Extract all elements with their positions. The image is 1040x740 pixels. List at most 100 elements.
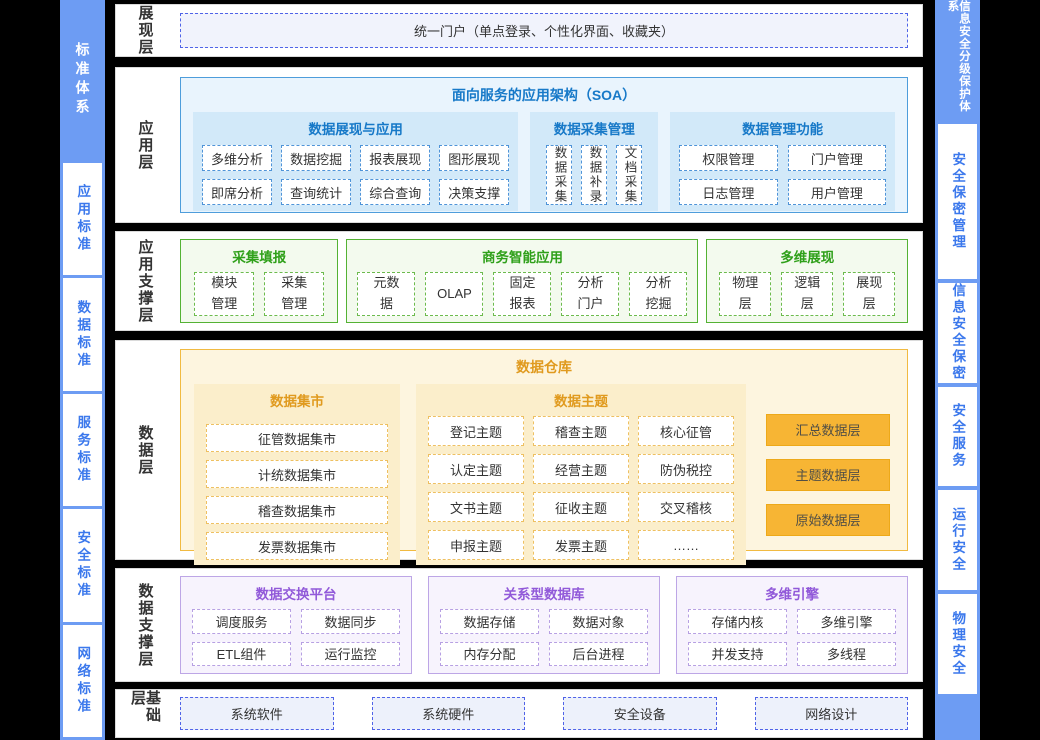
group-title: 商务智能应用 (357, 246, 687, 266)
group-multidim-engine: 多维引擎 存储内核 多维引擎 并发支持 多线程 (676, 576, 908, 674)
diagram-box: 文书主题 (428, 492, 524, 522)
diagram-box: 内存分配 (440, 642, 539, 667)
application-support-layer: 应用支撑层 采集填报 模块管理 采集管理 商务智能应用 元数据 OLAP 固定报… (115, 231, 923, 331)
sidebar-item-physical-security: 物理安全 (938, 594, 977, 694)
sidebar-item-label: 物理安全 (951, 611, 965, 677)
group-items-row: 元数据 OLAP 固定报表 分析门户 分析挖掘 (357, 272, 687, 316)
sidebar-item-label: 安全标准 (76, 530, 90, 600)
sidebar-item-network-standard: 网络标准 (63, 625, 102, 737)
data-support-layer-label: 数据支撑层 (116, 569, 174, 681)
diagram-box: 展现层 (843, 272, 895, 316)
data-support-layer-content: 数据交换平台 调度服务 数据同步 ETL组件 运行监控 关系型数据库 数据存储 … (174, 569, 922, 681)
data-layer: 数据层 数据仓库 数据集市 征管数据集市 计统数据集市 稽查数据集市 发票数据集… (115, 340, 923, 560)
diagram-box: 调度服务 (192, 609, 291, 634)
sidebar-item-label: 安全服务 (951, 403, 965, 469)
group-title: 数据集市 (206, 390, 388, 410)
group-items-grid: 登记主题 稽查主题 核心征管 认定主题 经营主题 防伪税控 文书主题 征收主题 … (428, 416, 734, 560)
diagram-box: 采集管理 (264, 272, 324, 316)
diagram-box: 逻辑层 (781, 272, 833, 316)
layer-label-text: 数据层 (138, 425, 153, 476)
foundation-layer: 基础层 系统软件 系统硬件 安全设备 网络设计 (115, 689, 923, 738)
application-layer: 应用层 面向服务的应用架构（SOA） 数据展现与应用 多维分析 数据挖掘 报表展… (115, 67, 923, 223)
sidebar-item-label: 信息安全保密 (951, 283, 965, 382)
data-layer-label: 数据层 (116, 341, 174, 559)
sidebar-item-application-standard: 应用标准 (63, 163, 102, 275)
diagram-box: 元数据 (357, 272, 415, 316)
diagram-box: 数据挖掘 (281, 145, 351, 171)
sidebar-item-security-service: 安全服务 (938, 387, 977, 487)
diagram-box: 数据采集 (546, 145, 572, 205)
diagram-box: 用户管理 (788, 179, 886, 205)
diagram-box: 数据补录 (581, 145, 607, 205)
diagram-box: 综合查询 (360, 179, 430, 205)
group-data-display-application: 数据展现与应用 多维分析 数据挖掘 报表展现 图形展现 即席分析 查询统计 综合… (193, 112, 518, 211)
application-support-layer-content: 采集填报 模块管理 采集管理 商务智能应用 元数据 OLAP 固定报表 分析门户… (174, 232, 922, 330)
security-protection-title: 信息安全分级保护体系 (938, 0, 977, 120)
diagram-box: 图形展现 (439, 145, 509, 171)
diagram-box: 防伪税控 (638, 454, 734, 484)
sidebar-item-label: 应用标准 (76, 184, 90, 254)
group-data-mgmt-functions: 数据管理功能 权限管理 门户管理 日志管理 用户管理 (670, 112, 895, 211)
diagram-box: 征管数据集市 (206, 424, 388, 452)
diagram-box: 物理层 (719, 272, 771, 316)
data-support-layer: 数据支撑层 数据交换平台 调度服务 数据同步 ETL组件 运行监控 关系型数据库… (115, 568, 923, 682)
diagram-box: 分析门户 (561, 272, 619, 316)
diagram-box: 运行监控 (301, 642, 400, 667)
sidebar-item-label: 安全保密管理 (951, 152, 965, 251)
group-title: 数据主题 (428, 390, 734, 410)
group-title: 采集填报 (191, 246, 327, 266)
diagram-box: 门户管理 (788, 145, 886, 171)
layer-label-text: 应用支撑层 (138, 239, 153, 324)
diagram-box: ETL组件 (192, 642, 291, 667)
diagram-box: 文档采集 (616, 145, 642, 205)
foundation-layer-label: 基础层 (116, 690, 174, 737)
diagram-box: 认定主题 (428, 454, 524, 484)
standards-system-title-text: 标准体系 (76, 42, 90, 118)
data-tier-stack: 汇总数据层 主题数据层 原始数据层 (762, 384, 894, 565)
group-items-grid: 多维分析 数据挖掘 报表展现 图形展现 即席分析 查询统计 综合查询 决策支撑 (202, 145, 509, 205)
group-items-grid: 数据存储 数据对象 内存分配 后台进程 (440, 609, 648, 666)
diagram-box: 多线程 (797, 642, 896, 667)
diagram-box: 登记主题 (428, 416, 524, 446)
unified-portal-box: 统一门户（单点登录、个性化界面、收藏夹） (180, 13, 908, 48)
diagram-box: 报表展现 (360, 145, 430, 171)
diagram-box-label: 文档采集 (623, 146, 636, 204)
group-title: 多维展现 (717, 246, 897, 266)
diagram-box: 安全设备 (563, 697, 717, 730)
diagram-box: 系统硬件 (372, 697, 526, 730)
soa-title: 面向服务的应用架构（SOA） (193, 85, 895, 105)
group-title: 数据管理功能 (679, 118, 886, 138)
diagram-box: 数据同步 (301, 609, 400, 634)
data-warehouse-title: 数据仓库 (194, 357, 894, 377)
sidebar-item-label: 网络标准 (76, 646, 90, 716)
sidebar-item-operation-security: 运行安全 (938, 490, 977, 590)
application-layer-label: 应用层 (116, 68, 174, 222)
group-title: 数据交换平台 (192, 583, 400, 603)
diagram-box: 经营主题 (533, 454, 629, 484)
sidebar-item-label: 运行安全 (951, 507, 965, 573)
diagram-box: 系统软件 (180, 697, 334, 730)
diagram-box: 多维分析 (202, 145, 272, 171)
group-items-row: 物理层 逻辑层 展现层 (717, 272, 897, 316)
group-data-collection-mgmt: 数据采集管理 数据采集 数据补录 文档采集 (530, 112, 658, 211)
group-data-mart: 数据集市 征管数据集市 计统数据集市 稽查数据集市 发票数据集市 (194, 384, 400, 565)
diagram-box: 多维引擎 (797, 609, 896, 634)
group-title: 数据采集管理 (539, 118, 649, 138)
diagram-box: 分析挖掘 (629, 272, 687, 316)
diagram-box-label: 数据补录 (588, 146, 601, 204)
data-layer-content: 数据仓库 数据集市 征管数据集市 计统数据集市 稽查数据集市 发票数据集市 数据… (174, 341, 922, 559)
diagram-box: 存储内核 (688, 609, 787, 634)
tier-summary-data: 汇总数据层 (766, 414, 890, 446)
sidebar-item-service-standard: 服务标准 (63, 394, 102, 506)
diagram-box: 并发支持 (688, 642, 787, 667)
diagram-box: 交叉稽核 (638, 492, 734, 522)
sidebar-item-security-secrecy-mgmt: 安全保密管理 (938, 124, 977, 279)
group-title: 关系型数据库 (440, 583, 648, 603)
sidebar-item-label: 数据标准 (76, 300, 90, 370)
sidebar-item-data-standard: 数据标准 (63, 278, 102, 390)
group-multidim-display: 多维展现 物理层 逻辑层 展现层 (706, 239, 908, 323)
soa-architecture-box: 面向服务的应用架构（SOA） 数据展现与应用 多维分析 数据挖掘 报表展现 图形… (180, 77, 908, 213)
diagram-box: 查询统计 (281, 179, 351, 205)
diagram-box: 决策支撑 (439, 179, 509, 205)
diagram-box: 征收主题 (533, 492, 629, 522)
